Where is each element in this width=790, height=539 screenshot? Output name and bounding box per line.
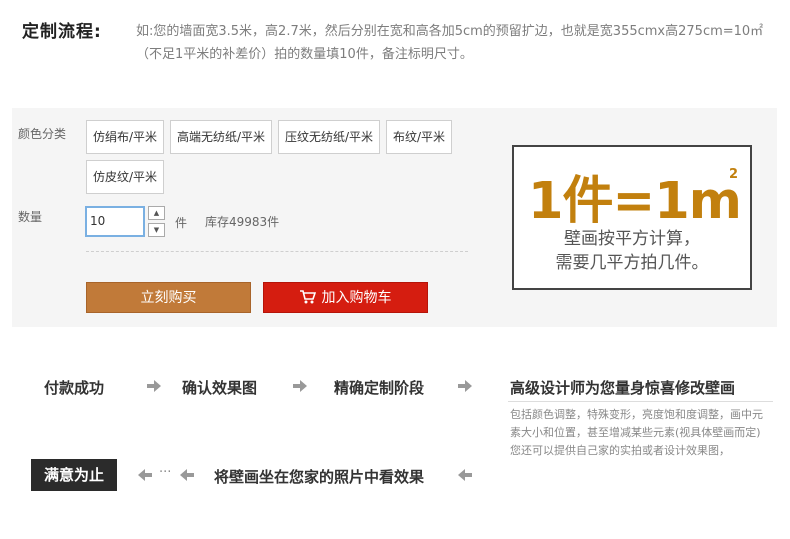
option-leather-texture[interactable]: 仿皮纹/平米 xyxy=(86,160,164,194)
cart-icon xyxy=(299,290,316,304)
arrow-left-icon xyxy=(458,469,472,481)
step-payment-success: 付款成功 xyxy=(44,379,105,397)
option-premium-nonwoven[interactable]: 高端无纺纸/平米 xyxy=(170,120,272,154)
stock-count: 库存49983件 xyxy=(205,215,280,229)
arrow-right-icon xyxy=(147,380,161,392)
step-until-satisfied: 满意为止 xyxy=(31,459,117,491)
ellipsis: ··· xyxy=(159,465,172,480)
arrow-left-icon xyxy=(180,469,194,481)
pricing-headline: 1件=1m xyxy=(528,172,742,231)
pricing-explanation: 壁画按平方计算， 需要几平方拍几件。 xyxy=(514,227,750,275)
color-label: 颜色分类 xyxy=(18,127,67,141)
step-precise-customization: 精确定制阶段 xyxy=(334,379,425,397)
pricing-note-box: 1件=1m 2 壁画按平方计算， 需要几平方拍几件。 xyxy=(512,145,752,290)
page-title: 定制流程: xyxy=(22,22,102,42)
quantity-unit: 件 xyxy=(175,216,188,230)
step-designer-revision: 高级设计师为您量身惊喜修改壁画 xyxy=(510,379,736,397)
quantity-down-button[interactable]: ▼ xyxy=(148,223,165,237)
quantity-up-button[interactable]: ▲ xyxy=(148,206,165,220)
add-to-cart-button[interactable]: 加入购物车 xyxy=(263,282,428,313)
add-to-cart-label: 加入购物车 xyxy=(321,290,392,306)
pricing-line-2: 需要几平方拍几件。 xyxy=(555,253,709,273)
quantity-input[interactable]: 10 xyxy=(85,206,145,237)
option-silk-cloth[interactable]: 仿绢布/平米 xyxy=(86,120,164,154)
step-divider xyxy=(508,401,773,402)
buy-now-button[interactable]: 立刻购买 xyxy=(86,282,251,313)
arrow-left-icon xyxy=(138,469,152,481)
arrow-right-icon xyxy=(293,380,307,392)
divider xyxy=(86,251,468,252)
quantity-label: 数量 xyxy=(18,210,43,224)
pricing-superscript: 2 xyxy=(729,167,739,182)
step-confirm-design: 确认效果图 xyxy=(182,379,258,397)
arrow-right-icon xyxy=(458,380,472,392)
option-embossed-nonwoven[interactable]: 压纹无纺纸/平米 xyxy=(278,120,380,154)
instructions-text: 如:您的墙面宽3.5米，高2.7米，然后分别在宽和高各加5cm的预留扩边，也就是… xyxy=(136,24,764,62)
designer-revision-details: 包括颜色调整，特殊变形，亮度饱和度调整，画中元素大小和位置，甚至增减某些元素(视… xyxy=(510,408,763,457)
pricing-line-1: 壁画按平方计算， xyxy=(564,229,700,249)
option-cloth-texture[interactable]: 布纹/平米 xyxy=(386,120,452,154)
step-preview-in-home: 将壁画坐在您家的照片中看效果 xyxy=(214,468,425,486)
